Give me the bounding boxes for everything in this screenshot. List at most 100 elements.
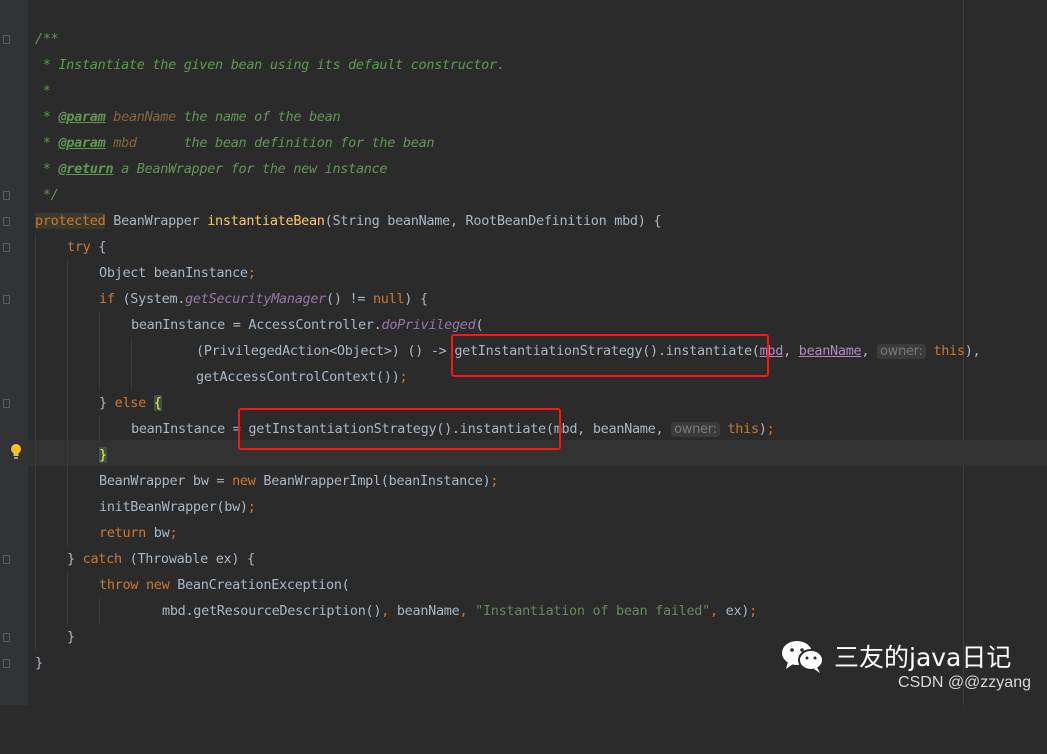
indent-guide [67,364,68,390]
indent-guide [67,312,68,338]
code-line: */ [0,182,1047,208]
annotation-highlight-box [238,408,561,450]
matched-brace: } [99,447,107,463]
closing-brace: } [35,655,43,671]
indent-guide [67,416,68,442]
indent-guide [67,286,68,312]
text: the name of the bean [175,109,341,125]
keyword: null [372,291,405,307]
javadoc-tag: @param [58,135,106,151]
javadoc-param: beanName [105,109,176,125]
indent-guide [131,364,132,390]
text: (System. [114,291,186,307]
text: a BeanWrapper for the new instance [113,161,388,177]
indent-guide [35,234,36,260]
indent-guide [35,468,36,494]
fold-marker-icon[interactable] [3,243,10,252]
indent-guide [35,546,36,572]
text: bw [145,525,170,541]
code: } else { [99,390,162,416]
keyword: return [99,525,146,541]
code-line: * [0,78,1047,104]
closing-brace: } [67,629,75,645]
indent-guide [99,598,100,624]
comma: , [709,603,726,619]
watermark-title: 三友的java日记 [834,643,1012,672]
text: , [783,343,799,359]
semicolon: ; [399,369,408,385]
code-line: * @param beanName the name of the bean [0,104,1047,130]
method-signature: protected BeanWrapper instantiateBean(St… [35,208,662,234]
text: (PrivilegedAction<Object>) () -> [196,343,455,359]
fold-marker-icon[interactable] [3,555,10,564]
code: getAccessControlContext()); [196,364,408,390]
fold-marker-icon[interactable] [3,633,10,642]
javadoc-tag: @return [58,161,114,177]
code: Object beanInstance; [99,260,256,286]
matched-brace: { [153,395,162,411]
fold-marker-icon[interactable] [3,659,10,668]
keyword: this [727,421,759,437]
code: try { [67,234,106,260]
wechat-icon [782,641,824,673]
fold-marker-icon[interactable] [3,191,10,200]
text: * [35,161,59,177]
fold-marker-icon[interactable] [3,399,10,408]
fold-marker-icon[interactable] [3,217,10,226]
text: the bean definition for the bean [136,135,435,151]
indent-guide [35,286,36,312]
indent-guide [35,364,36,390]
parameters: (String beanName, RootBeanDefinition mbd… [324,213,662,229]
code: beanInstance = AccessController.doPrivil… [131,312,484,338]
text: BeanWrapper bw = [99,473,233,489]
semicolon: ; [749,603,757,619]
text: * [35,109,59,125]
code: initBeanWrapper(bw); [99,494,256,520]
code-line: } catch (Throwable ex) { [0,546,1047,572]
indent-guide [67,494,68,520]
static-method: getSecurityManager [185,291,327,307]
indent-guide [35,494,36,520]
text: ( [475,317,484,333]
captured-variable: beanName [798,343,862,359]
keyword: throw new [99,577,170,593]
code-line: Object beanInstance; [0,260,1047,286]
indent-guide [99,312,100,338]
fold-marker-icon[interactable] [3,295,10,304]
indent-guide [35,416,36,442]
semicolon: ; [766,421,775,437]
text: beanName [396,603,460,619]
doc-comment: */ [35,187,59,203]
text: ex) [725,603,750,619]
indent-guide [35,572,36,598]
text: } [99,395,115,411]
semicolon: ; [169,525,178,541]
keyword: this [933,343,965,359]
indent-guide [35,260,36,286]
comma: , [381,603,397,619]
wechat-watermark: 三友的java日记 [780,636,1011,676]
parameter-hint: owner: [877,344,926,359]
keyword: else [114,395,147,411]
semicolon: ; [490,473,499,489]
indent-guide [35,442,36,468]
indent-guide [35,312,36,338]
fold-marker-icon[interactable] [3,35,10,44]
keyword: new [232,473,256,489]
text: initBeanWrapper(bw) [99,499,248,515]
lightbulb-icon[interactable] [10,442,22,462]
semicolon: ; [247,265,256,281]
text: BeanWrapperImpl(beanInstance) [255,473,491,489]
text: ) [758,421,767,437]
indent-guide [35,598,36,624]
code-line: initBeanWrapper(bw); [0,494,1047,520]
string-literal: "Instantiation of bean failed" [475,603,710,619]
indent-guide [67,572,68,598]
semicolon: ; [247,499,256,515]
indent-guide [131,338,132,364]
text: ) { [404,291,428,307]
keyword: if [99,291,115,307]
text: getAccessControlContext()) [196,369,400,385]
code-line: protected BeanWrapper instantiateBean(St… [0,208,1047,234]
text [146,395,154,411]
